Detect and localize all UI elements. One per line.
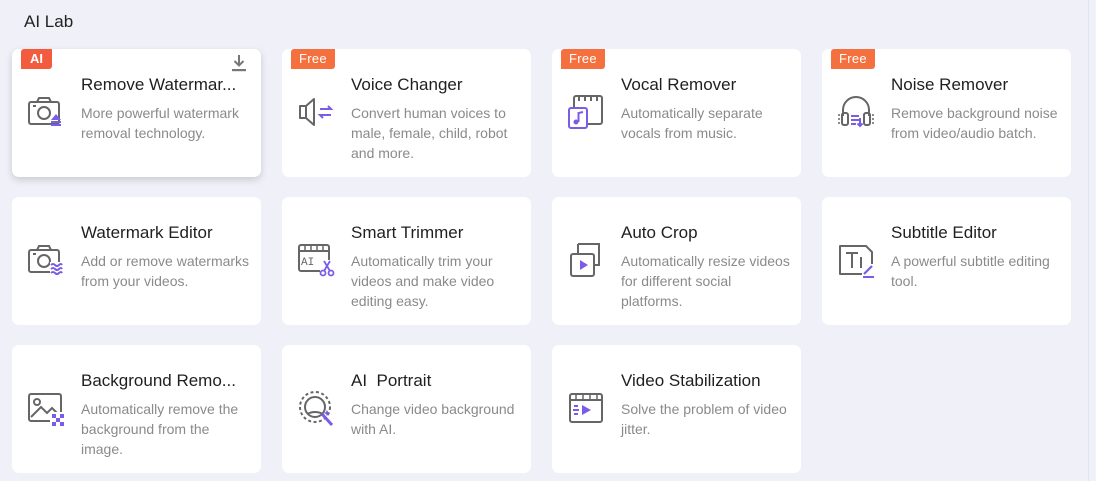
camera-watermark-editor-icon [28,245,63,275]
card-title: Auto Crop [621,223,698,242]
free-badge: Free [831,49,875,69]
ai-scissors-trimmer-icon: AI [298,244,335,277]
card-description: Automatically resize videos for differen… [621,253,790,309]
subtitle-text-icon [839,245,875,278]
image-background-remover-icon [28,393,65,427]
card-subtitle-editor[interactable]: Subtitle Editor A powerful subtitle edit… [822,197,1071,325]
card-background-remover[interactable]: Background Remo... Automatically remove … [12,345,261,473]
portrait-magic-icon [299,391,334,427]
free-badge: Free [291,49,335,69]
card-title: Noise Remover [891,75,1009,94]
card-title: Vocal Remover [621,75,737,94]
card-title: Subtitle Editor [891,223,997,242]
card-description: Automatically trim your videos and make … [351,253,495,309]
video-stabilization-icon [569,393,603,423]
card-title: Smart Trimmer [351,223,464,242]
speaker-voice-changer-icon [299,98,334,126]
card-video-stabilization[interactable]: Video Stabilization Solve the problem of… [552,345,801,473]
card-noise-remover[interactable]: Free Noise Remover Remove background noi… [822,49,1071,177]
card-description: Remove background noise from video/audio… [891,105,1058,141]
card-remove-watermark[interactable]: AI Remove Watermar... More powerful wate… [12,49,261,177]
tool-grid: AI Remove Watermar... More powerful wate… [12,49,1071,473]
card-auto-crop[interactable]: Auto Crop Automatically resize videos fo… [552,197,801,325]
ai-badge: AI [21,49,52,69]
card-title: Video Stabilization [621,371,761,390]
crop-frame-icon [570,243,600,277]
card-voice-changer[interactable]: Free Voice Changer Convert human voices … [282,49,531,177]
card-title: Background Remo... [81,371,236,390]
card-description: A powerful subtitle editing tool. [891,253,1050,289]
card-description: Add or remove watermarks from your video… [81,253,250,289]
card-smart-trimmer[interactable]: AI Smart Trimmer Automatically trim your… [282,197,531,325]
card-description: Convert human voices to male, female, ch… [351,105,508,161]
camera-remove-watermark-icon [28,97,61,126]
music-vocal-remover-icon [568,95,603,129]
card-description: More powerful watermark removal technolo… [81,105,239,141]
card-description: Automatically remove the background from… [81,401,239,457]
card-title: Voice Changer [351,75,463,94]
scrollbar[interactable] [1088,0,1096,481]
card-title: Watermark Editor [81,223,213,242]
section-title: AI Lab [24,12,74,31]
svg-text:AI: AI [301,257,314,269]
card-vocal-remover[interactable]: Free Vocal Remover Automatically separat… [552,49,801,177]
card-description: Automatically separate vocals from music… [621,105,763,141]
headphones-noise-remover-icon [838,96,874,128]
free-badge: Free [561,49,605,69]
card-title: AI Portrait [351,371,432,390]
card-watermark-editor[interactable]: Watermark Editor Add or remove watermark… [12,197,261,325]
card-title: Remove Watermar... [81,75,237,94]
card-description: Change video background with AI. [351,401,515,437]
card-description: Solve the problem of video jitter. [621,401,787,437]
card-ai-portrait[interactable]: AI Portrait Change video background with… [282,345,531,473]
download-icon[interactable] [231,54,247,72]
